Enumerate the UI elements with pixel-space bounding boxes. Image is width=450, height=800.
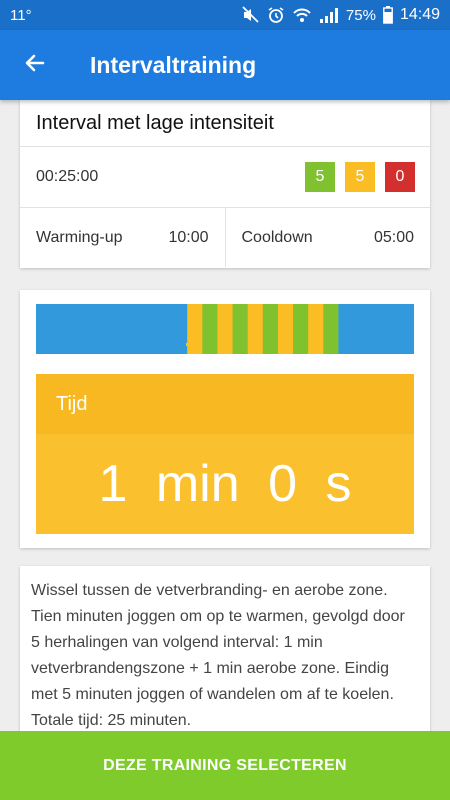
timeline-segment-fatburn — [247, 304, 264, 354]
timeline-segment-warmup — [36, 304, 188, 354]
arrow-left-icon — [23, 51, 47, 80]
training-summary-card: Interval met lage intensiteit 00:25:00 5… — [20, 100, 430, 268]
timeline-bar — [36, 304, 414, 354]
description-card: Wissel tussen de vetverbranding- en aero… — [20, 566, 430, 736]
cooldown-cell: Cooldown 05:00 — [226, 208, 431, 267]
warmup-cell: Warming-up 10:00 — [20, 208, 226, 267]
zone-badge-aerobic: 5 — [305, 162, 335, 192]
zone-badge-anaerobic: 0 — [385, 162, 415, 192]
cooldown-value: 05:00 — [373, 228, 414, 246]
back-button[interactable] — [0, 30, 70, 100]
time-label: Tijd — [36, 374, 414, 434]
timeline-segment-fatburn — [187, 304, 203, 354]
timeline-segment-aerobic — [202, 304, 218, 354]
battery-icon — [383, 6, 393, 24]
mute-icon — [242, 6, 260, 24]
zone-badges: 5 5 0 — [305, 162, 415, 192]
timeline-segment-fatburn — [308, 304, 324, 354]
temperature-text: 11° — [10, 6, 32, 24]
warmup-cooldown-row: Warming-up 10:00 Cooldown 05:00 — [20, 208, 430, 267]
timeline-segment-fatburn — [277, 304, 294, 354]
description-text: Wissel tussen de vetverbranding- en aero… — [31, 582, 405, 729]
clock-time: 14:49 — [399, 6, 440, 23]
alarm-icon — [267, 6, 285, 24]
interval-timeline[interactable] — [36, 304, 414, 354]
page-title: Intervaltraining — [90, 51, 257, 78]
training-name: Interval met lage intensiteit — [20, 100, 430, 147]
interval-detail-card: Tijd 1 min 0 s — [20, 290, 430, 548]
signal-icon — [319, 6, 339, 24]
timeline-position-marker — [186, 343, 202, 346]
duration-row: 00:25:00 5 5 0 — [20, 147, 430, 208]
zone-badge-fatburn: 5 — [345, 162, 375, 192]
app-bar: Intervaltraining — [0, 30, 450, 100]
timeline-segment-fatburn — [217, 304, 234, 354]
timeline-segment-cooldown — [338, 304, 414, 354]
timeline-segment-aerobic — [232, 304, 249, 354]
warmup-label: Warming-up — [36, 228, 123, 246]
status-icons: 75% 14:49 — [242, 6, 440, 24]
status-bar: 11° 75% 14:49 — [0, 0, 450, 30]
select-training-button[interactable]: DEZE TRAINING SELECTEREN — [0, 731, 450, 800]
warmup-value: 10:00 — [168, 228, 209, 246]
time-value: 1 min 0 s — [98, 455, 352, 513]
time-panel: Tijd 1 min 0 s — [36, 374, 414, 534]
timeline-segment-aerobic — [323, 304, 339, 354]
timeline-segment-aerobic — [262, 304, 279, 354]
total-duration: 00:25:00 — [36, 168, 99, 185]
battery-percent: 75% — [345, 6, 376, 24]
cooldown-label: Cooldown — [241, 228, 313, 246]
wifi-icon — [292, 6, 312, 24]
timeline-segment-aerobic — [293, 304, 309, 354]
